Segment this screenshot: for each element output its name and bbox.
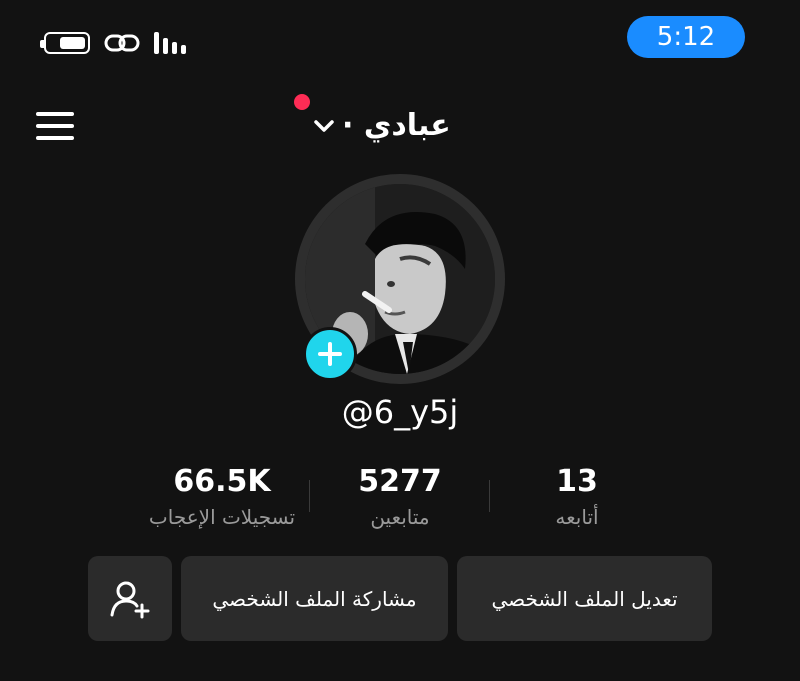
following-count: 13 bbox=[556, 464, 598, 499]
status-time: 5:12 bbox=[627, 16, 745, 58]
stat-likes[interactable]: 66.5K تسجيلات الإعجاب bbox=[122, 464, 322, 529]
edit-profile-button[interactable]: تعديل الملف الشخصي bbox=[457, 556, 712, 641]
page-title: عبادي · bbox=[342, 108, 451, 143]
add-user-icon bbox=[110, 581, 150, 618]
account-switcher[interactable]: عبادي · bbox=[312, 108, 451, 143]
likes-label: تسجيلات الإعجاب bbox=[148, 505, 296, 529]
stat-following[interactable]: 13 أتابعه bbox=[477, 464, 677, 529]
stat-followers[interactable]: 5277 متابعين bbox=[300, 464, 500, 529]
following-label: أتابعه bbox=[555, 505, 599, 529]
status-icons bbox=[40, 32, 186, 54]
battery-icon bbox=[40, 32, 90, 54]
followers-count: 5277 bbox=[358, 464, 442, 499]
username: @6_y5j bbox=[341, 393, 459, 431]
share-profile-button[interactable]: مشاركة الملف الشخصي bbox=[181, 556, 448, 641]
notification-dot bbox=[294, 94, 310, 110]
hamburger-menu-icon[interactable] bbox=[36, 112, 74, 142]
add-friend-button[interactable] bbox=[88, 556, 172, 641]
likes-count: 66.5K bbox=[173, 464, 271, 499]
signal-icon bbox=[154, 32, 186, 54]
followers-label: متابعين bbox=[370, 505, 430, 529]
add-story-button[interactable] bbox=[303, 327, 357, 381]
chevron-down-icon bbox=[314, 119, 334, 132]
link-icon bbox=[104, 34, 140, 52]
plus-icon bbox=[318, 342, 342, 366]
